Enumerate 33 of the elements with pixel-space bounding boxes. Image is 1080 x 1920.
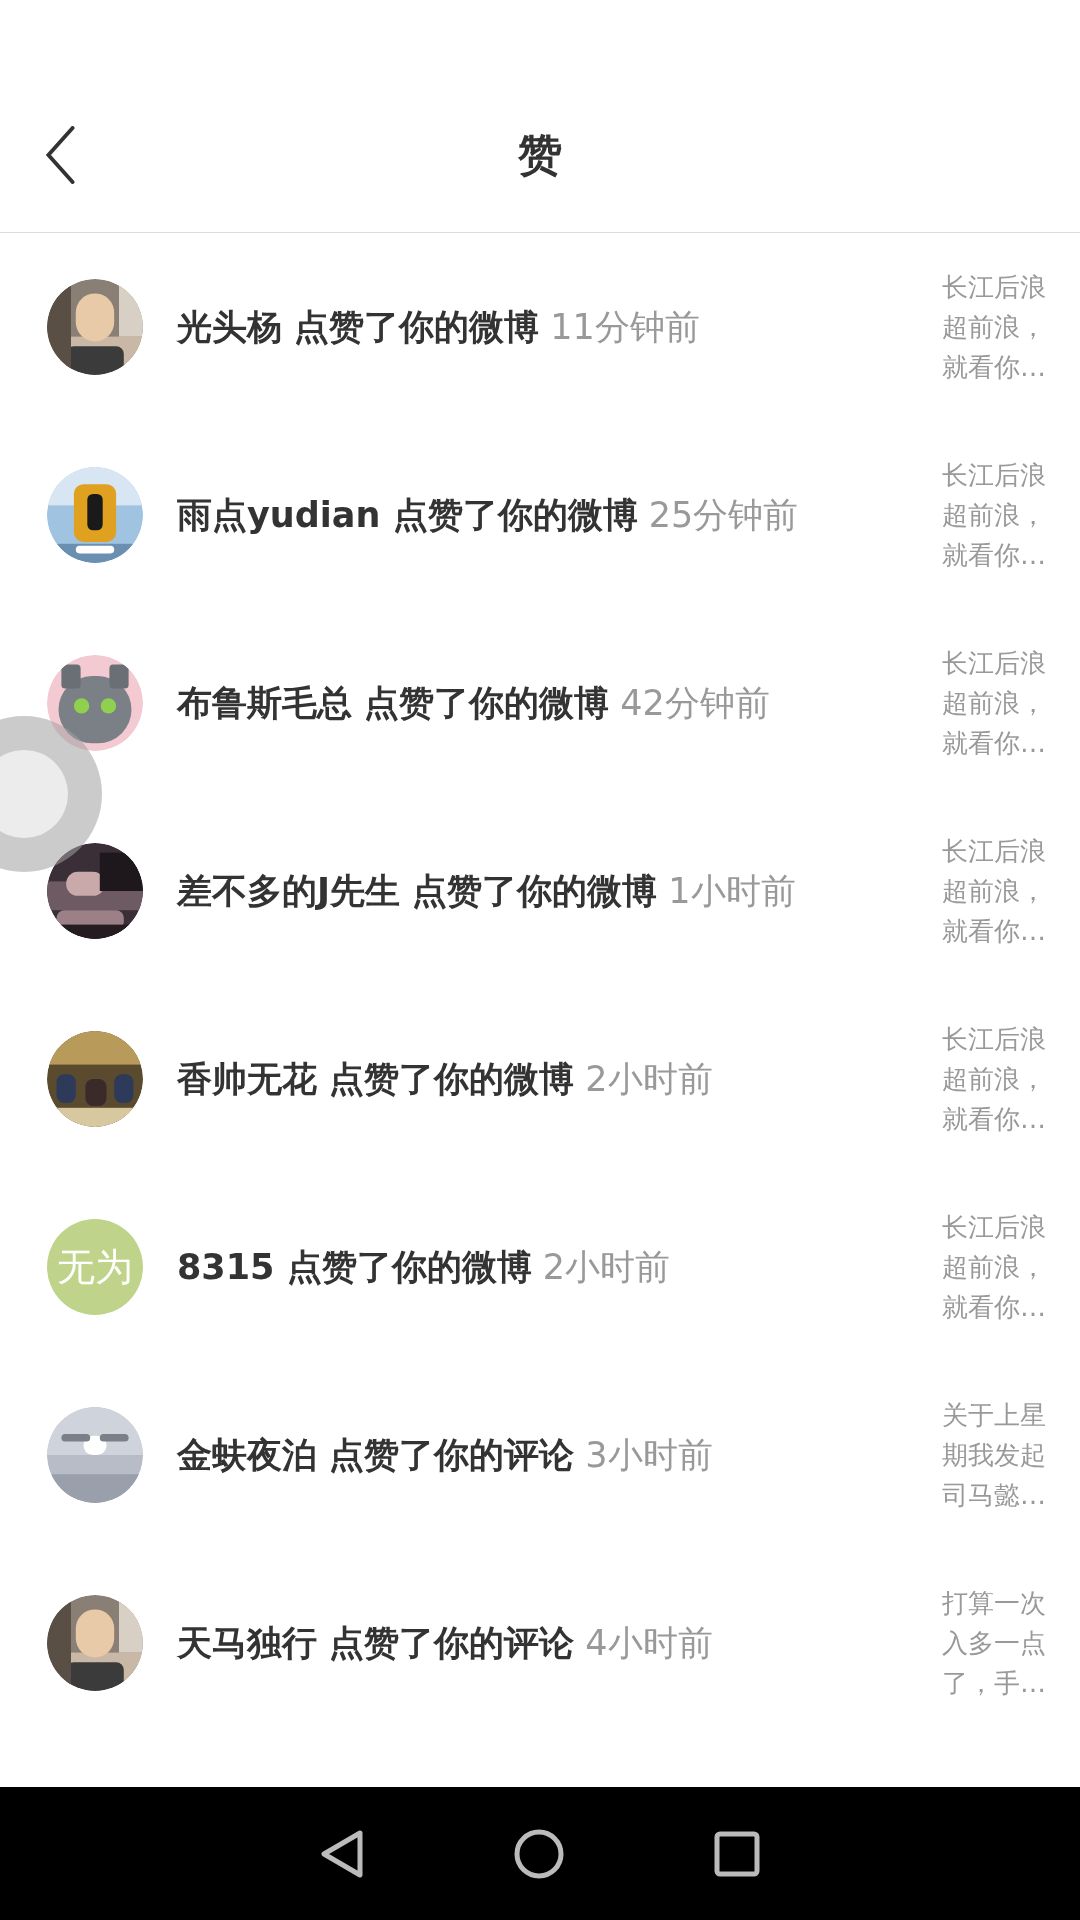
- notification-text: 香帅无花 点赞了你的微博 2小时前: [177, 1057, 714, 1101]
- notification-text: 金蚨夜泊 点赞了你的评论 3小时前: [177, 1433, 714, 1477]
- post-preview: 长江后浪超前浪，就看你…: [942, 647, 1047, 760]
- back-nav-button[interactable]: [320, 1828, 364, 1879]
- square-icon: [714, 1830, 760, 1877]
- post-preview: 长江后浪超前浪，就看你…: [942, 271, 1047, 384]
- notification-text: 布鲁斯毛总 点赞了你的微博 42分钟前: [177, 681, 771, 725]
- notification-text: 光头杨 点赞了你的微博 11分钟前: [177, 305, 701, 349]
- notification-text: 差不多的J先生 点赞了你的微博 1小时前: [177, 869, 797, 913]
- notification-row[interactable]: 香帅无花 点赞了你的微博 2小时前 长江后浪超前浪，就看你…: [0, 985, 1080, 1173]
- notification-row[interactable]: 金蚨夜泊 点赞了你的评论 3小时前 关于上星期我发起司马懿…: [0, 1361, 1080, 1549]
- avatar: 无为: [47, 1219, 143, 1315]
- notification-row[interactable]: 雨点yudian 点赞了你的微博 25分钟前 长江后浪超前浪，就看你…: [0, 421, 1080, 609]
- notification-text: 天马独行 点赞了你的评论 4小时前: [177, 1621, 714, 1665]
- back-icon: [320, 1828, 364, 1879]
- page-title: 赞: [518, 127, 562, 182]
- notification-row[interactable]: 布鲁斯毛总 点赞了你的微博 42分钟前 长江后浪超前浪，就看你…: [0, 609, 1080, 797]
- notification-row[interactable]: 天马独行 点赞了你的评论 4小时前 打算一次入多一点了，手…: [0, 1549, 1080, 1737]
- post-preview: 打算一次入多一点了，手…: [942, 1587, 1047, 1700]
- notification-text: 雨点yudian 点赞了你的微博 25分钟前: [177, 493, 800, 537]
- post-preview: 长江后浪超前浪，就看你…: [942, 459, 1047, 572]
- notification-text: 8315 点赞了你的微博 2小时前: [177, 1245, 672, 1289]
- recents-nav-button[interactable]: [714, 1830, 760, 1877]
- post-preview: 关于上星期我发起司马懿…: [942, 1399, 1047, 1512]
- home-nav-button[interactable]: [514, 1828, 564, 1879]
- post-preview: 长江后浪超前浪，就看你…: [942, 835, 1047, 948]
- notification-row[interactable]: 无为 8315 点赞了你的微博 2小时前 长江后浪超前浪，就看你…: [0, 1173, 1080, 1361]
- post-preview: 长江后浪超前浪，就看你…: [942, 1211, 1047, 1324]
- notification-row[interactable]: 光头杨 点赞了你的微博 11分钟前 长江后浪超前浪，就看你…: [0, 233, 1080, 421]
- post-preview: 长江后浪超前浪，就看你…: [942, 1023, 1047, 1136]
- notification-row[interactable]: 差不多的J先生 点赞了你的微博 1小时前 长江后浪超前浪，就看你…: [0, 797, 1080, 985]
- chevron-left-icon: [45, 126, 75, 184]
- home-icon: [514, 1828, 564, 1879]
